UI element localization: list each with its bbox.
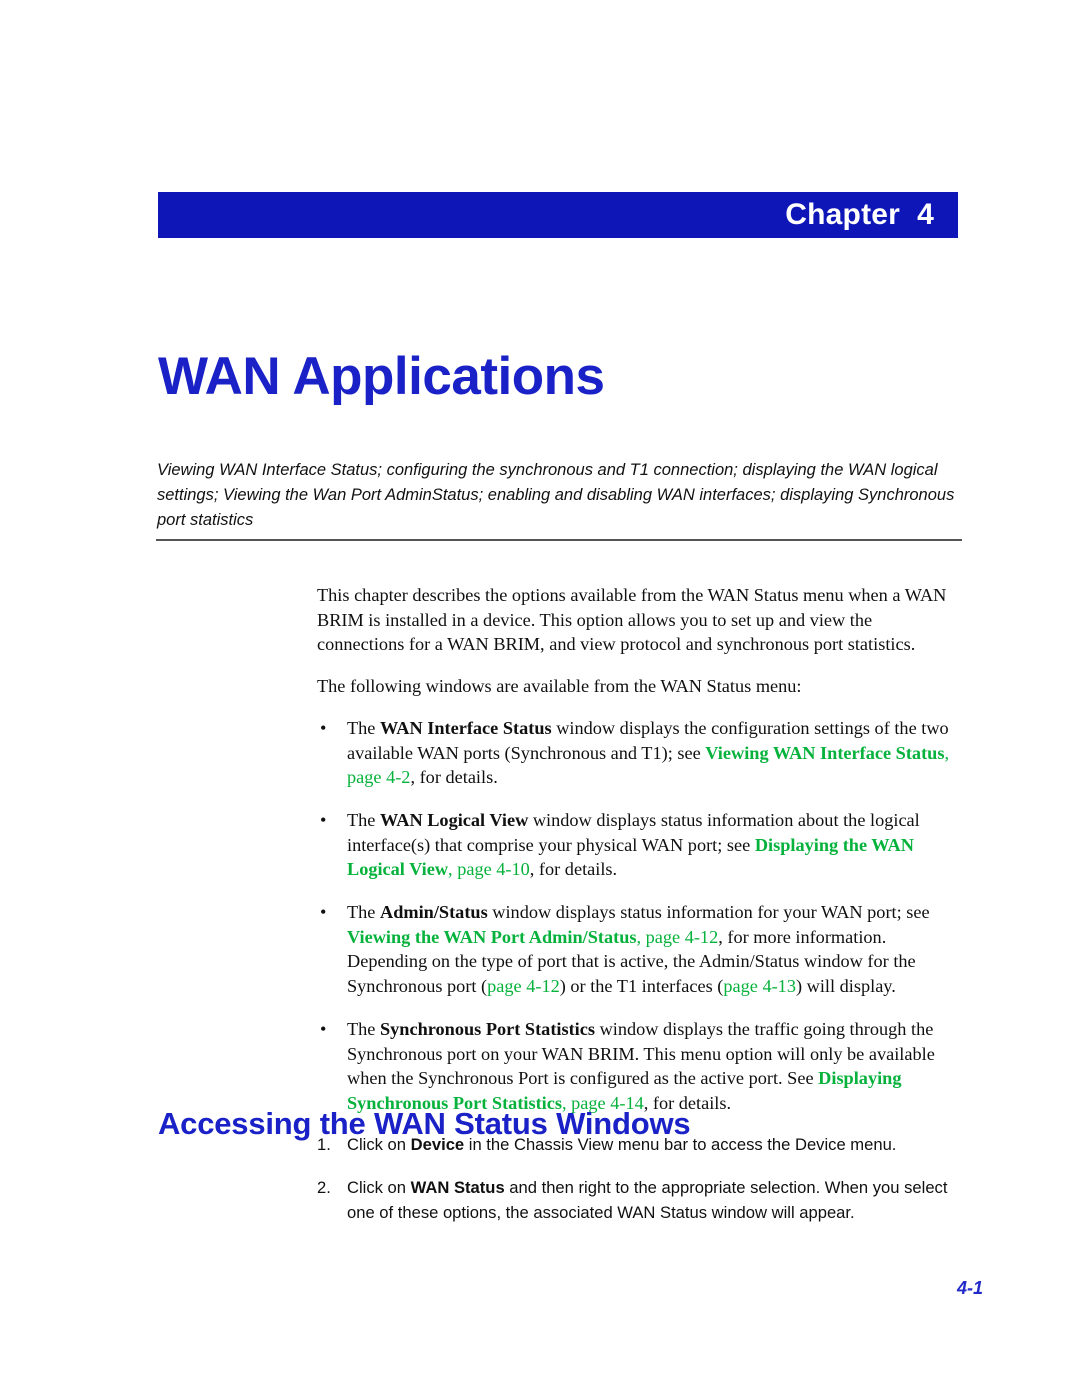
step-text-segment: Click on bbox=[347, 1178, 411, 1197]
cross-reference-link[interactable]: Viewing WAN Interface Status bbox=[705, 743, 944, 763]
horizontal-rule bbox=[156, 539, 962, 541]
page-title: WAN Applications bbox=[158, 346, 605, 406]
chapter-banner: Chapter 4 bbox=[158, 192, 958, 238]
step-number: 2. bbox=[317, 1178, 331, 1197]
bullet-text-segment: The bbox=[347, 1018, 380, 1039]
page-reference-link[interactable]: page 4-12 bbox=[487, 976, 560, 996]
list-item: • The Synchronous Port Statistics window… bbox=[317, 1017, 963, 1116]
bullet-text-segment: The bbox=[347, 809, 380, 830]
intro-paragraph: This chapter describes the options avail… bbox=[317, 585, 947, 655]
list-item: • The Admin/Status window displays statu… bbox=[317, 900, 963, 999]
page-reference-link[interactable]: page 4-12 bbox=[646, 927, 719, 947]
bullet-bold-term: WAN Interface Status bbox=[380, 717, 552, 738]
bullet-text-segment: , bbox=[636, 926, 646, 947]
bullet-icon: • bbox=[320, 1018, 327, 1039]
bullet-bold-term: Admin/Status bbox=[380, 902, 488, 923]
document-page: Chapter 4 WAN Applications Viewing WAN I… bbox=[0, 0, 1080, 1397]
bullet-text-segment: The bbox=[347, 902, 380, 923]
page-reference-link[interactable]: page 4-10 bbox=[457, 859, 530, 879]
window-list: • The WAN Interface Status window displa… bbox=[317, 716, 963, 1116]
list-item: 1. Click on Device in the Chassis View m… bbox=[317, 1132, 963, 1157]
bullet-icon: • bbox=[320, 902, 327, 923]
bullet-icon: • bbox=[320, 717, 327, 738]
bullet-text-segment: ) or the T1 interfaces ( bbox=[559, 976, 724, 997]
bullet-bold-term: WAN Logical View bbox=[380, 809, 529, 830]
step-number: 1. bbox=[317, 1135, 331, 1154]
bullet-text-segment: The bbox=[347, 717, 380, 738]
page-reference-link[interactable]: page 4-13 bbox=[723, 976, 796, 996]
page-number-footer: 4-1 bbox=[956, 1278, 983, 1298]
bullet-text-segment: , bbox=[448, 859, 458, 880]
list-item: • The WAN Logical View window displays s… bbox=[317, 808, 963, 882]
numbered-steps-list: 1. Click on Device in the Chassis View m… bbox=[317, 1132, 963, 1225]
chapter-abstract: Viewing WAN Interface Status; configurin… bbox=[157, 461, 955, 529]
bullet-icon: • bbox=[320, 809, 327, 830]
list-item: 2. Click on WAN Status and then right to… bbox=[317, 1175, 963, 1225]
step-bold-term: WAN Status bbox=[410, 1178, 505, 1197]
step-text-segment: in the Chassis View menu bar to access t… bbox=[464, 1135, 897, 1154]
body-column: This chapter describes the options avail… bbox=[317, 583, 963, 1134]
list-item: • The WAN Interface Status window displa… bbox=[317, 716, 963, 790]
bullet-bold-term: Synchronous Port Statistics bbox=[380, 1018, 595, 1039]
bullet-text-segment: ) will display. bbox=[795, 976, 896, 997]
bullet-text-segment: , bbox=[944, 742, 950, 763]
bullet-text-segment: , for details. bbox=[410, 767, 498, 788]
step-bold-term: Device bbox=[410, 1135, 465, 1154]
cross-reference-link[interactable]: Viewing the WAN Port Admin/Status bbox=[347, 927, 636, 947]
page-reference-link[interactable]: page 4-2 bbox=[347, 767, 410, 787]
chapter-banner-label: Chapter 4 bbox=[785, 198, 934, 231]
step-text-segment: Click on bbox=[347, 1135, 411, 1154]
bullet-text-segment: , for details. bbox=[529, 859, 618, 880]
bullet-text-segment: window displays status information for y… bbox=[487, 902, 930, 923]
steps-block: 1. Click on Device in the Chassis View m… bbox=[317, 1132, 963, 1243]
lead-in-paragraph: The following windows are available from… bbox=[317, 676, 802, 697]
